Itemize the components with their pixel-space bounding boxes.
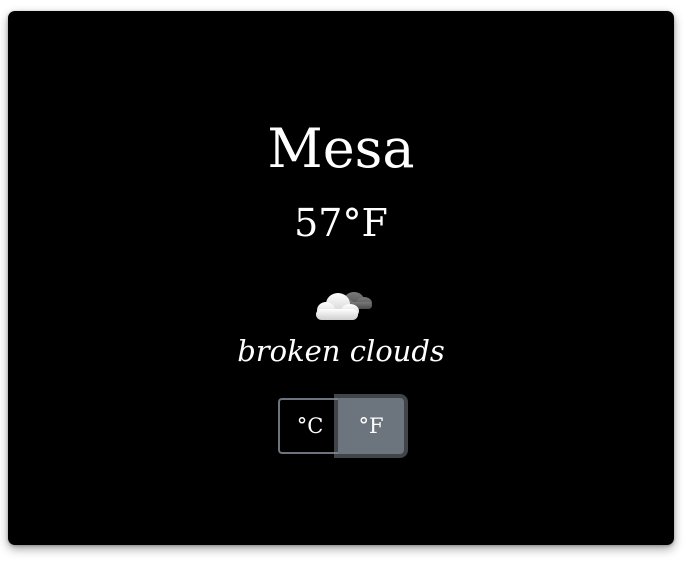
weather-card: Mesa 57°F broken clouds °C °F: [8, 11, 674, 545]
city-name: Mesa: [267, 117, 415, 180]
fahrenheit-button[interactable]: °F: [338, 398, 404, 454]
celsius-button[interactable]: °C: [278, 398, 340, 454]
unit-toggle: °C °F: [278, 398, 404, 454]
broken-clouds-icon: [306, 278, 376, 326]
temperature-value: 57°F: [294, 201, 388, 245]
weather-description: broken clouds: [237, 334, 445, 368]
